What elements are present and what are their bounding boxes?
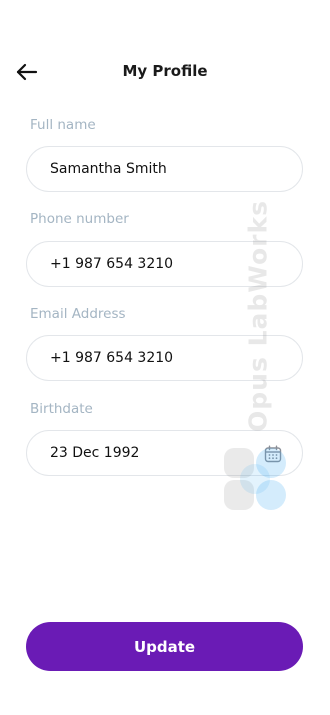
page-title: My Profile [122,62,208,80]
email-address-value: +1 987 654 3210 [50,350,174,366]
phone-number-field[interactable]: +1 987 654 3210 [26,241,303,287]
phone-number-value: +1 987 654 3210 [50,256,174,272]
full-name-value: Samantha Smith [50,161,167,177]
phone-number-label: Phone number [30,211,129,227]
birthdate-field[interactable]: 23 Dec 1992 [26,430,303,476]
app-header: My Profile [0,56,330,88]
calendar-icon[interactable] [264,445,282,463]
watermark-text: Opus LabWorks [243,200,273,432]
full-name-label: Full name [30,117,96,133]
full-name-field[interactable]: Samantha Smith [26,146,303,192]
email-address-label: Email Address [30,306,126,322]
email-address-field[interactable]: +1 987 654 3210 [26,335,303,381]
update-button[interactable]: Update [26,622,303,671]
birthdate-value: 23 Dec 1992 [50,445,140,461]
birthdate-label: Birthdate [30,401,93,417]
